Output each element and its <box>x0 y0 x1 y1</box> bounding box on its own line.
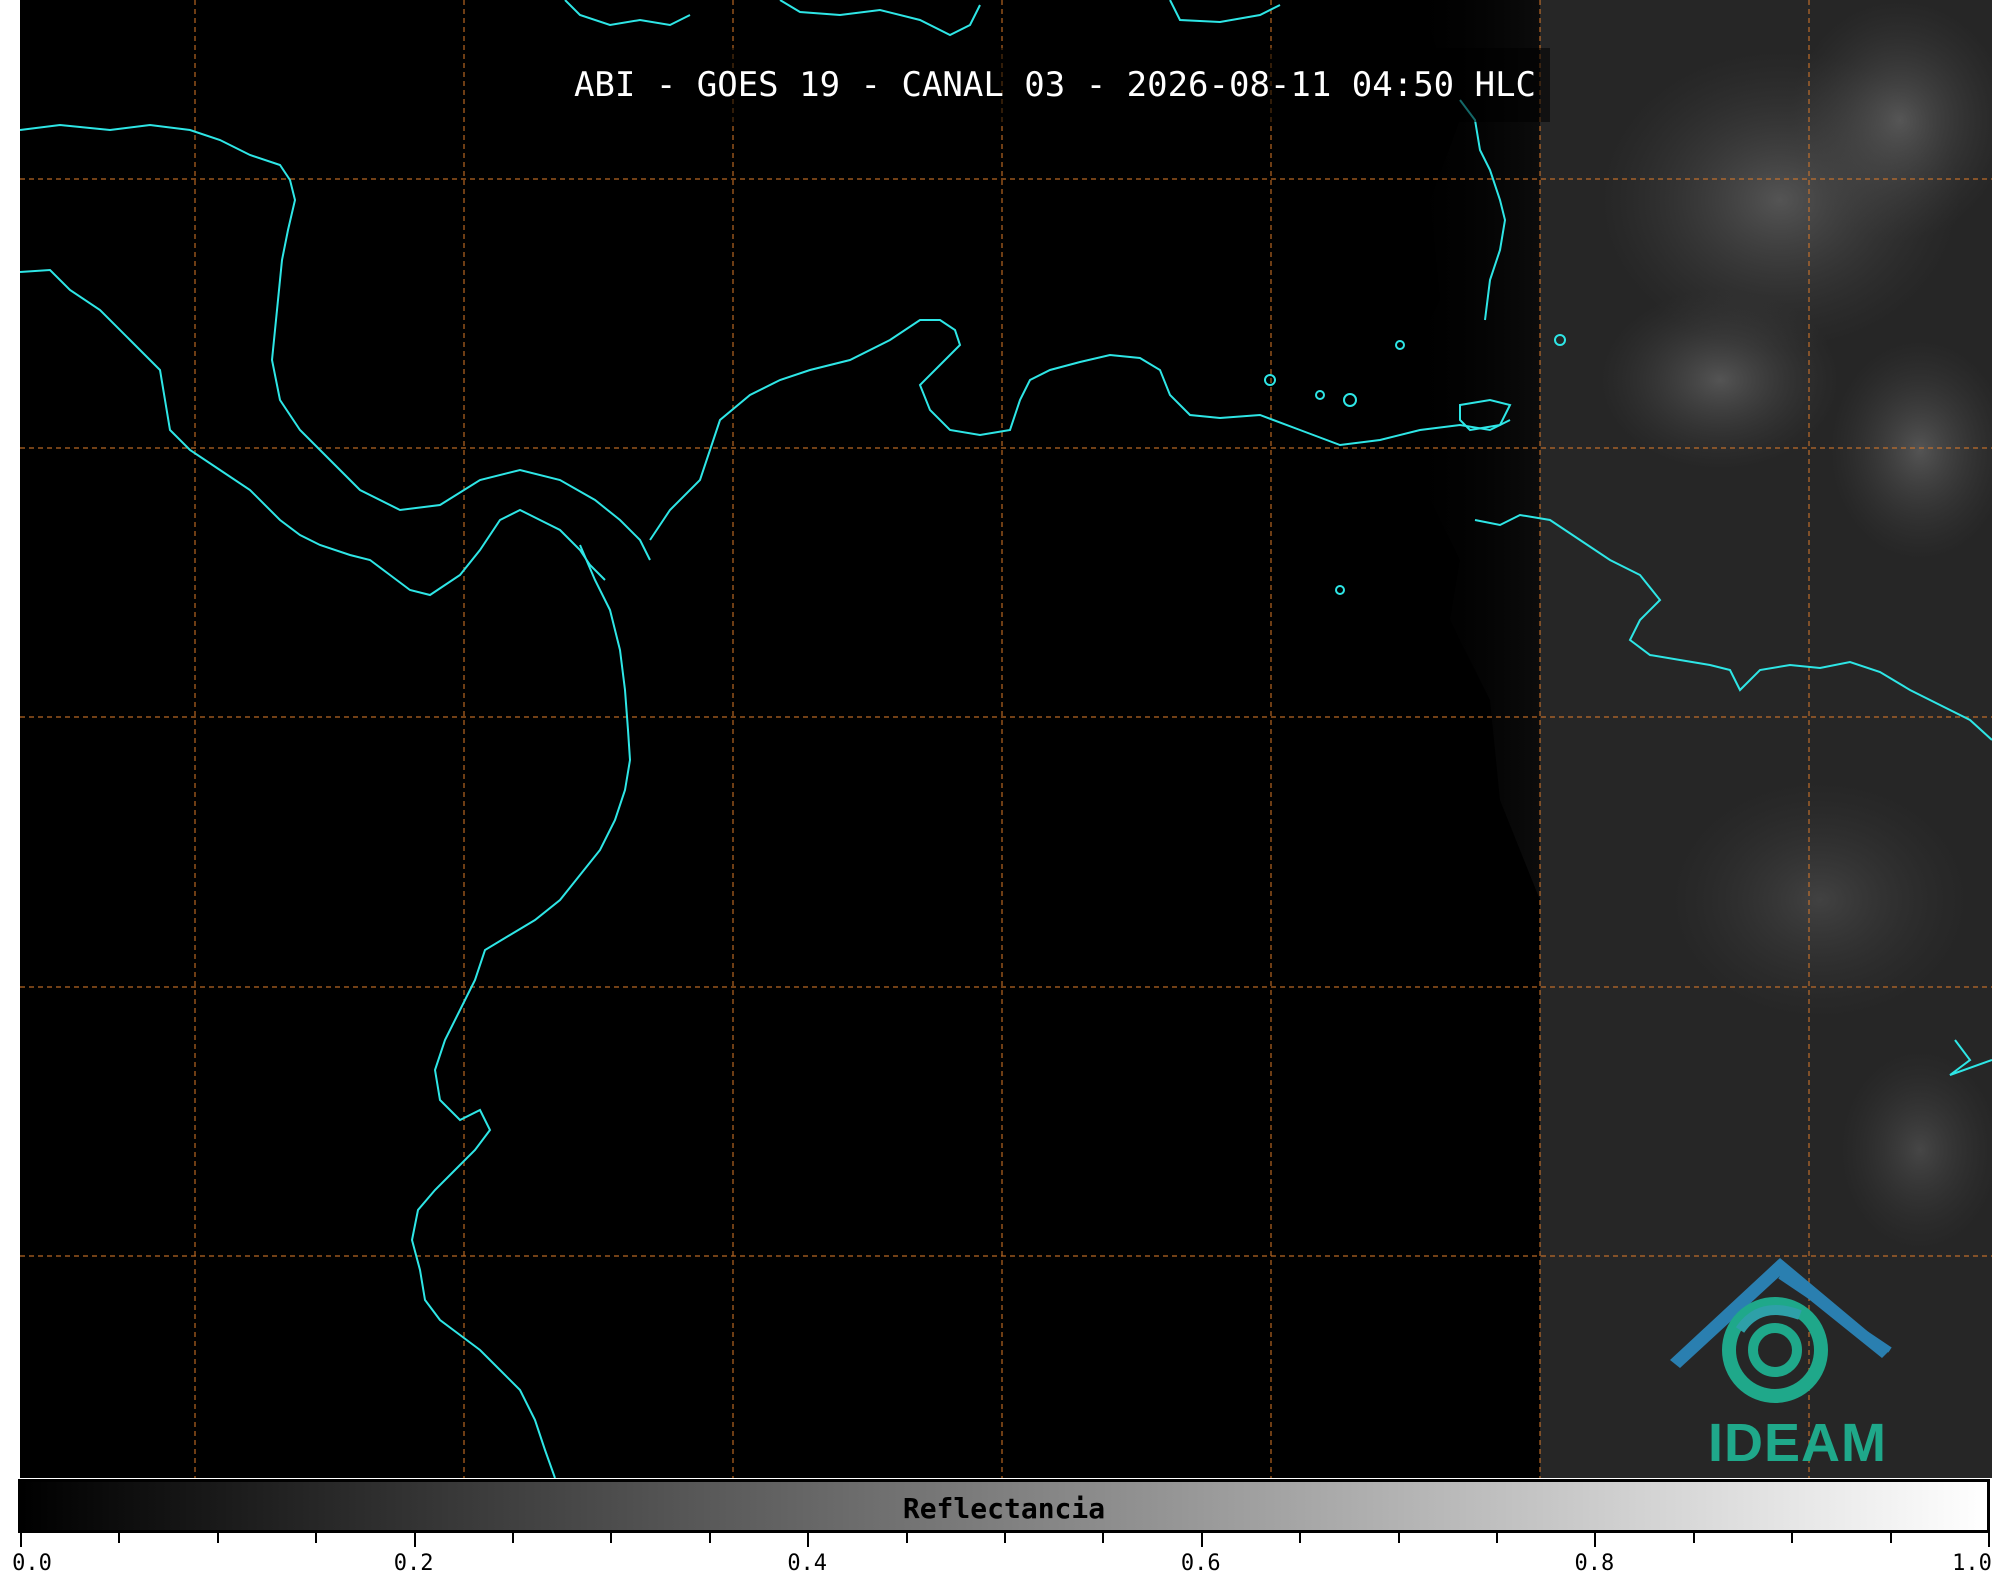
coastline-pacific-central-america <box>20 268 606 597</box>
island <box>1335 585 1345 595</box>
colorbar-ticks: 0.0 0.2 0.4 0.6 0.8 1.0 <box>12 1533 1992 1577</box>
logo-text: IDEAM <box>1708 1413 1887 1473</box>
colorbar-tick-label: 0.6 <box>1180 1551 1221 1576</box>
coastline-caribbean <box>649 319 1511 541</box>
coastline-cuba <box>564 0 691 27</box>
colorbar-tick-label: 0.4 <box>787 1551 828 1576</box>
colorbar-tick <box>1299 1533 1302 1543</box>
colorbar-tick <box>1496 1533 1498 1543</box>
colorbar-tick <box>413 1533 416 1547</box>
coastline-colombia-pacific <box>410 544 632 1478</box>
satellite-map: ABI - GOES 19 - CANAL 03 - 2026-08-11 04… <box>20 0 1992 1478</box>
colorbar-tick-label: 1.0 <box>1952 1551 1992 1576</box>
colorbar-tick <box>905 1533 908 1543</box>
colorbar-tick-label: 0.2 <box>393 1551 434 1576</box>
colorbar-tick <box>1102 1533 1105 1543</box>
coastline-puerto-rico <box>1169 0 1281 24</box>
colorbar-tick <box>1594 1533 1597 1547</box>
cloud-cluster <box>1600 290 1840 470</box>
colorbar-label: Reflectancia <box>902 1492 1106 1525</box>
colorbar-tick <box>118 1533 121 1543</box>
colorbar: Reflectancia <box>18 1479 1990 1533</box>
island <box>1343 393 1357 407</box>
colorbar-tick <box>610 1533 613 1543</box>
cloud-cluster <box>1670 780 1970 1020</box>
colorbar-tick <box>807 1533 810 1547</box>
island <box>1264 374 1276 386</box>
island <box>1315 390 1325 400</box>
colorbar-tick <box>1791 1533 1794 1543</box>
colorbar-tick-label: 0.0 <box>12 1551 52 1576</box>
colorbar-tick <box>512 1533 514 1543</box>
colorbar-tick <box>1200 1533 1203 1547</box>
colorbar-tick <box>1988 1533 1990 1547</box>
colorbar-tick <box>708 1533 711 1543</box>
coastline-central-america <box>20 123 651 561</box>
colorbar-tick <box>1692 1533 1695 1543</box>
colorbar-tick <box>1889 1533 1892 1543</box>
colorbar-tick <box>1397 1533 1400 1543</box>
colorbar-tick-label: 0.8 <box>1574 1551 1615 1576</box>
colorbar-tick <box>1004 1533 1006 1543</box>
colorbar-tick <box>216 1533 219 1543</box>
colorbar-tick <box>315 1533 318 1543</box>
island <box>1395 340 1405 350</box>
coastline-hispaniola <box>779 0 981 37</box>
colorbar-tick <box>20 1533 22 1547</box>
map-title: ABI - GOES 19 - CANAL 03 - 2026-08-11 04… <box>560 48 1550 122</box>
